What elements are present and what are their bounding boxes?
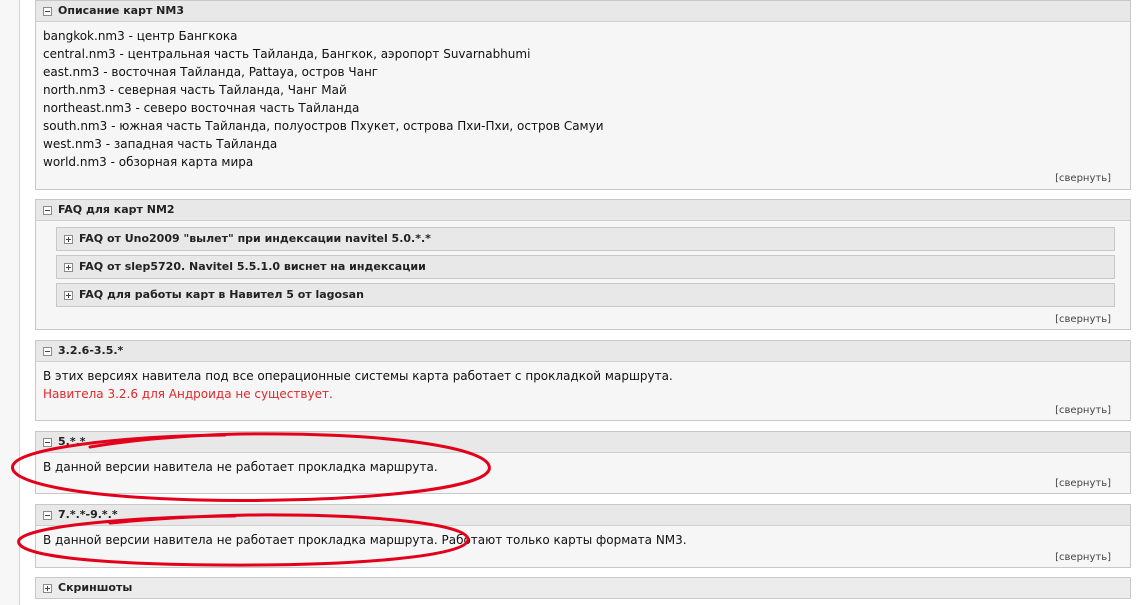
spoiler-maps-body: bangkok.nm3 - центр Бангкока central.nm3… [36,22,1130,171]
faq-item[interactable]: FAQ от Uno2009 "вылет" при индексации na… [56,227,1115,251]
spoiler-screens[interactable]: Скриншоты [35,577,1131,599]
spoiler-v5-header[interactable]: 5.*.* [36,432,1130,453]
collapse-link[interactable]: [свернуть] [1055,405,1130,417]
spoiler-maps-header[interactable]: Описание карт NM3 [36,1,1130,22]
faq-item-title: FAQ от slep5720. Navitel 5.5.1.0 виснет … [79,260,426,273]
collapse-link[interactable]: [свернуть] [1055,173,1130,185]
expand-icon[interactable] [64,290,73,300]
map-line: northeast.nm3 - северо восточная часть Т… [43,101,360,115]
faq-item-title: FAQ для работы карт в Навител 5 от lagos… [79,288,364,301]
faq-item-title: FAQ от Uno2009 "вылет" при индексации na… [79,232,431,245]
spoiler-v7: 7.*.*-9.*.* В данной версии навитела не … [35,504,1131,568]
spoiler-v5: 5.*.* В данной версии навитела не работа… [35,431,1131,494]
map-line: north.nm3 - северная часть Тайланда, Чан… [43,83,347,97]
collapse-icon[interactable] [43,205,52,215]
collapse-link[interactable]: [свернуть] [1055,314,1130,326]
faq-item[interactable]: FAQ для работы карт в Навител 5 от lagos… [56,283,1115,307]
faq-item-header: FAQ от Uno2009 "вылет" при индексации na… [57,228,1114,250]
faq-item-header: FAQ для работы карт в Навител 5 от lagos… [57,284,1114,306]
collapse-link[interactable]: [свернуть] [1055,478,1130,490]
collapse-icon[interactable] [43,6,52,16]
version-note: В этих версиях навитела под все операцио… [43,369,673,383]
map-line: east.nm3 - восточная Тайланда, Pattaya, … [43,65,379,79]
version-note: В данной версии навитела не работает про… [43,460,438,474]
expand-icon[interactable] [64,262,73,272]
map-line: west.nm3 - западная часть Тайланда [43,137,278,151]
spoiler-v7-title: 7.*.*-9.*.* [58,508,118,521]
spoiler-maps: Описание карт NM3 bangkok.nm3 - центр Ба… [35,0,1131,190]
spoiler-v7-header[interactable]: 7.*.*-9.*.* [36,505,1130,526]
spoiler-v7-body: В данной версии навитела не работает про… [36,526,1130,549]
spoiler-maps-title: Описание карт NM3 [58,4,184,17]
collapse-icon[interactable] [43,346,52,356]
spoiler-screens-title: Скриншоты [58,581,133,594]
collapse-icon[interactable] [43,437,52,447]
map-line: south.nm3 - южная часть Тайланда, полуос… [43,119,604,133]
collapse-icon[interactable] [43,510,52,520]
spoiler-v326: 3.2.6-3.5.* В этих версиях навитела под … [35,340,1131,421]
map-line: world.nm3 - обзорная карта мира [43,155,254,169]
warning-note: Навитела 3.2.6 для Андроида не существуе… [43,387,333,401]
map-line: bangkok.nm3 - центр Бангкока [43,29,238,43]
faq-item-header: FAQ от slep5720. Navitel 5.5.1.0 виснет … [57,256,1114,278]
version-note: В данной версии навитела не работает про… [43,533,687,547]
spoiler-faq-header[interactable]: FAQ для карт NM2 [36,200,1130,221]
expand-icon[interactable] [64,234,73,244]
spoiler-v326-title: 3.2.6-3.5.* [58,344,124,357]
spoiler-v5-title: 5.*.* [58,435,86,448]
spoiler-screens-header[interactable]: Скриншоты [36,578,1130,598]
collapse-link[interactable]: [свернуть] [1055,552,1130,564]
spoiler-v326-body: В этих версиях навитела под все операцио… [36,362,1130,403]
spoiler-faq: FAQ для карт NM2 FAQ от Uno2009 "вылет" … [35,199,1131,330]
spoiler-faq-title: FAQ для карт NM2 [58,203,175,216]
expand-icon[interactable] [43,583,52,593]
spoiler-v326-header[interactable]: 3.2.6-3.5.* [36,341,1130,362]
map-line: central.nm3 - центральная часть Тайланда… [43,47,531,61]
left-rail [0,0,20,605]
faq-item[interactable]: FAQ от slep5720. Navitel 5.5.1.0 виснет … [56,255,1115,279]
spoiler-v5-body: В данной версии навитела не работает про… [36,453,1130,476]
